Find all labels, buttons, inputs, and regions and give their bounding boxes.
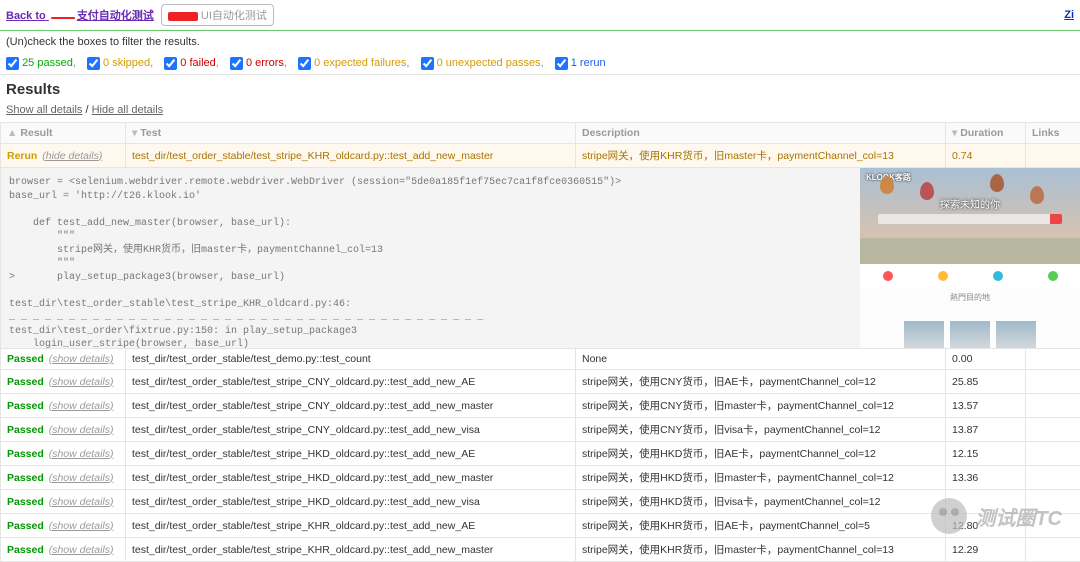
results-table: ▲Result ▾Test Description ▾Duration Link…	[0, 122, 1080, 562]
toggle-details[interactable]: (show details)	[49, 520, 114, 532]
toggle-details[interactable]: (show details)	[49, 496, 114, 508]
filter-errors[interactable]: 0 errors,	[230, 57, 287, 69]
thumb-section: 熱門目的地	[860, 288, 1080, 303]
balloon-icon	[880, 176, 894, 194]
filter-hint: (Un)check the boxes to filter the result…	[0, 30, 1080, 53]
test-desc: stripe网关，使用HKD货币，旧master卡，paymentChannel…	[576, 466, 946, 490]
test-duration: 25.85	[946, 370, 1026, 394]
test-name: test_dir/test_order_stable/test_stripe_K…	[126, 538, 576, 562]
balloon-icon	[920, 182, 934, 200]
test-desc: stripe网关，使用CNY货币，旧AE卡，paymentChannel_col…	[576, 370, 946, 394]
status-badge: Passed	[7, 496, 44, 508]
sort-icon: ▾	[952, 127, 957, 139]
toggle-details[interactable]: (show details)	[49, 448, 114, 460]
status-badge: Passed	[7, 353, 44, 365]
table-row: Passed (show details) test_dir/test_order…	[1, 370, 1080, 394]
filter-xpass[interactable]: 0 unexpected passes,	[421, 57, 544, 69]
test-duration: 13.87	[946, 418, 1026, 442]
test-desc: stripe网关，使用KHR货币，旧master卡，paymentChannel…	[576, 538, 946, 562]
back-link[interactable]: Back to 支付自动化测试	[6, 10, 154, 22]
test-desc: stripe网关，使用CNY货币，旧visa卡，paymentChannel_c…	[576, 418, 946, 442]
detail-row: browser = <selenium.webdriver.remote.web…	[1, 168, 1080, 349]
status-badge: Passed	[7, 400, 44, 412]
test-desc: stripe网关，使用HKD货币，旧visa卡，paymentChannel_c…	[576, 490, 946, 514]
show-all-details[interactable]: Show all details	[6, 104, 82, 116]
test-name: test_dir/test_order_stable/test_stripe_C…	[126, 394, 576, 418]
sort-icon: ▾	[132, 127, 137, 139]
test-desc: stripe网关，使用KHR货币，旧master卡，paymentChannel…	[576, 144, 946, 168]
filter-rerun[interactable]: 1 rerun	[555, 57, 606, 69]
toggle-details[interactable]: (show details)	[49, 544, 114, 556]
col-test[interactable]: ▾Test	[126, 123, 576, 144]
detail-links: Show all details / Hide all details	[0, 104, 1080, 122]
test-desc: stripe网关，使用KHR货币，旧AE卡，paymentChannel_col…	[576, 514, 946, 538]
status-badge: Passed	[7, 520, 44, 532]
balloon-icon	[1030, 186, 1044, 204]
table-row: Passed (show details) test_dir/test_order…	[1, 349, 1080, 370]
test-duration: 12.29	[946, 538, 1026, 562]
test-name: test_dir/test_order_stable/test_stripe_H…	[126, 442, 576, 466]
filter-passed[interactable]: 25 passed,	[6, 57, 76, 69]
test-name: test_dir/test_order_stable/test_stripe_K…	[126, 144, 576, 168]
balloon-icon	[990, 174, 1004, 192]
toggle-details[interactable]: (hide details)	[42, 150, 102, 162]
topbar: Back to 支付自动化测试 UI自动化测试 Zi	[0, 0, 1080, 30]
filter-skipped[interactable]: 0 skipped,	[87, 57, 153, 69]
thumb-search	[878, 214, 1062, 224]
toggle-details[interactable]: (show details)	[49, 424, 114, 436]
toggle-details[interactable]: (show details)	[49, 376, 114, 388]
tab-ui-test[interactable]: UI自动化测试	[161, 4, 274, 26]
toggle-details[interactable]: (show details)	[49, 472, 114, 484]
traceback[interactable]: browser = <selenium.webdriver.remote.web…	[1, 168, 860, 348]
thumb-hero: 探索未知的你	[860, 196, 1080, 211]
table-row: Passed (show details) test_dir/test_order…	[1, 538, 1080, 562]
test-duration: 0.74	[946, 144, 1026, 168]
toggle-details[interactable]: (show details)	[49, 400, 114, 412]
table-row: Passed (show details) test_dir/test_order…	[1, 466, 1080, 490]
status-badge: Rerun	[7, 150, 37, 162]
test-desc: None	[576, 349, 946, 370]
top-right-link[interactable]: Zi	[1064, 9, 1074, 21]
test-duration: 12.15	[946, 442, 1026, 466]
test-name: test_dir/test_order_stable/test_stripe_H…	[126, 466, 576, 490]
test-name: test_dir/test_order_stable/test_stripe_K…	[126, 514, 576, 538]
table-row: Passed (show details) test_dir/test_order…	[1, 442, 1080, 466]
status-badge: Passed	[7, 448, 44, 460]
filters: 25 passed, 0 skipped, 0 failed, 0 errors…	[0, 53, 1080, 75]
redacted-icon	[51, 17, 75, 19]
status-badge: Passed	[7, 544, 44, 556]
sort-icon: ▲	[7, 127, 17, 139]
status-badge: Passed	[7, 424, 44, 436]
col-links: Links	[1026, 123, 1080, 144]
table-header-row: ▲Result ▾Test Description ▾Duration Link…	[1, 123, 1080, 144]
table-row: Passed (show details) test_dir/test_order…	[1, 514, 1080, 538]
test-duration: 12.80	[946, 514, 1026, 538]
filter-xfail[interactable]: 0 expected failures,	[298, 57, 409, 69]
col-duration[interactable]: ▾Duration	[946, 123, 1026, 144]
redacted-icon	[168, 12, 198, 21]
hide-all-details[interactable]: Hide all details	[92, 104, 164, 116]
table-row: Rerun (hide details) test_dir/test_order…	[1, 144, 1080, 168]
col-result[interactable]: ▲Result	[1, 123, 126, 144]
status-badge: Passed	[7, 472, 44, 484]
col-desc[interactable]: Description	[576, 123, 946, 144]
test-name: test_dir/test_order_stable/test_demo.py:…	[126, 349, 576, 370]
test-duration	[946, 490, 1026, 514]
test-desc: stripe网关，使用CNY货币，旧master卡，paymentChannel…	[576, 394, 946, 418]
toggle-details[interactable]: (show details)	[49, 353, 114, 365]
status-badge: Passed	[7, 376, 44, 388]
test-name: test_dir/test_order_stable/test_stripe_H…	[126, 490, 576, 514]
test-desc: stripe网关，使用HKD货币，旧AE卡，paymentChannel_col…	[576, 442, 946, 466]
test-duration: 13.57	[946, 394, 1026, 418]
table-row: Passed (show details) test_dir/test_order…	[1, 394, 1080, 418]
table-row: Passed (show details) test_dir/test_order…	[1, 490, 1080, 514]
filter-failed[interactable]: 0 failed,	[164, 57, 219, 69]
test-name: test_dir/test_order_stable/test_stripe_C…	[126, 418, 576, 442]
table-row: Passed (show details) test_dir/test_order…	[1, 418, 1080, 442]
results-heading: Results	[0, 75, 1080, 104]
test-name: test_dir/test_order_stable/test_stripe_C…	[126, 370, 576, 394]
screenshot-thumbnail[interactable]: KLOOK客路 探索未知的你 熱門目的地	[860, 168, 1080, 348]
test-duration: 13.36	[946, 466, 1026, 490]
test-duration: 0.00	[946, 349, 1026, 370]
